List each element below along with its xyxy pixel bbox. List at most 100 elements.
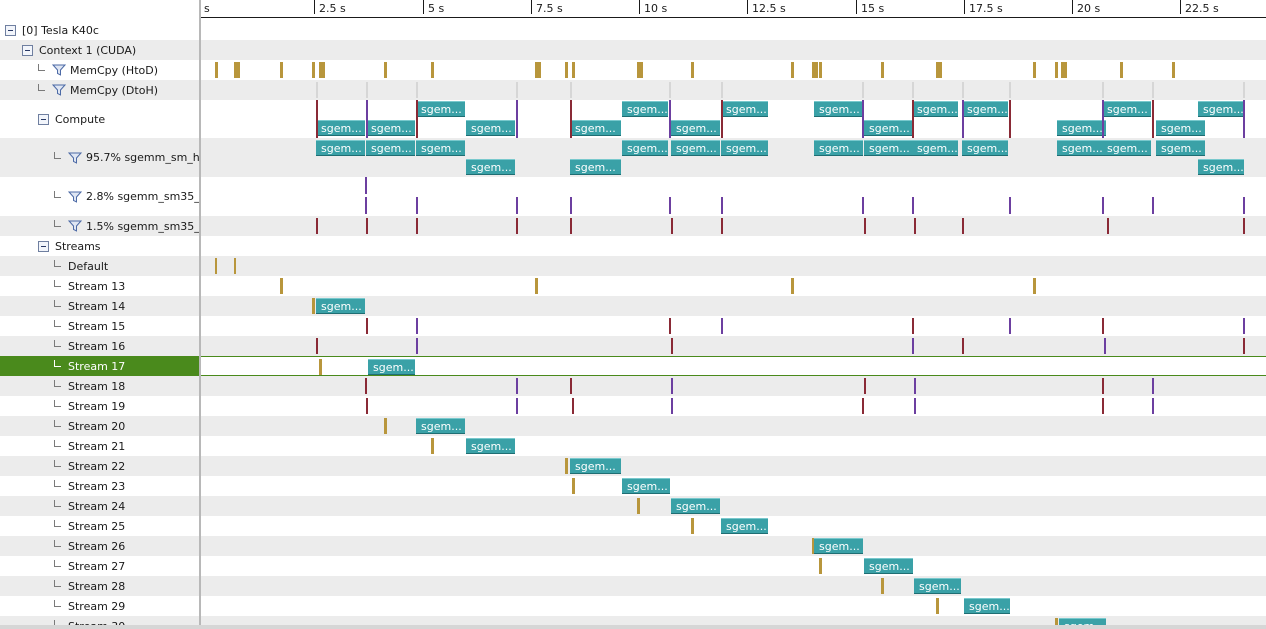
memcpy-mark[interactable] <box>691 62 694 78</box>
memcpy-mark[interactable] <box>881 578 884 594</box>
short-kernel-mark[interactable] <box>912 338 914 354</box>
short-kernel-mark[interactable] <box>671 218 673 234</box>
short-kernel-mark[interactable] <box>316 338 318 354</box>
tree-row-1-5-sgemm-sm35-l[interactable]: 1.5% sgemm_sm35_l... <box>0 216 200 236</box>
short-kernel-mark[interactable] <box>516 197 518 214</box>
memcpy-mark[interactable] <box>234 62 240 78</box>
short-kernel-mark[interactable] <box>516 218 518 234</box>
kernel-sgemm[interactable]: sgem... <box>416 101 465 117</box>
kernel-sgemm[interactable]: sgem... <box>814 140 863 156</box>
kernel-sgemm[interactable]: sgem... <box>570 120 621 136</box>
tree-row-stream-26[interactable]: Stream 26 <box>0 536 200 556</box>
short-kernel-mark[interactable] <box>416 100 418 138</box>
short-kernel-mark[interactable] <box>516 82 518 98</box>
short-kernel-mark[interactable] <box>416 218 418 234</box>
memcpy-mark[interactable] <box>280 278 283 294</box>
short-kernel-mark[interactable] <box>671 338 673 354</box>
short-kernel-mark[interactable] <box>1243 100 1245 138</box>
short-kernel-mark[interactable] <box>914 378 916 394</box>
memcpy-mark[interactable] <box>791 278 794 294</box>
kernel-sgemm[interactable]: sgem... <box>416 418 465 434</box>
short-kernel-mark[interactable] <box>912 82 914 98</box>
short-kernel-mark[interactable] <box>365 378 367 394</box>
kernel-sgemm[interactable]: sgem... <box>622 140 668 156</box>
tree-row-stream-19[interactable]: Stream 19 <box>0 396 200 416</box>
kernel-sgemm[interactable]: sgem... <box>1057 120 1106 136</box>
filter-icon[interactable] <box>68 220 82 232</box>
tree-row-stream-20[interactable]: Stream 20 <box>0 416 200 436</box>
kernel-sgemm[interactable]: sgem... <box>721 140 768 156</box>
kernel-sgemm[interactable]: sgem... <box>368 359 415 375</box>
tree-row-0-tesla-k40c[interactable]: [0] Tesla K40c <box>0 20 200 40</box>
short-kernel-mark[interactable] <box>1152 100 1154 138</box>
kernel-sgemm[interactable]: sgem... <box>914 578 961 594</box>
collapse-toggle-icon[interactable] <box>38 113 49 125</box>
short-kernel-mark[interactable] <box>669 100 671 138</box>
short-kernel-mark[interactable] <box>316 82 318 98</box>
short-kernel-mark[interactable] <box>572 398 574 414</box>
memcpy-mark[interactable] <box>791 62 794 78</box>
time-ruler[interactable]: s 2.5 s 5 s 7.5 s 10 s 12.5 s 15 s 17.5 s 20 s 22… <box>201 0 1266 18</box>
short-kernel-mark[interactable] <box>1102 197 1104 214</box>
filter-icon[interactable] <box>68 152 82 164</box>
kernel-sgemm[interactable]: sgem... <box>864 558 913 574</box>
short-kernel-mark[interactable] <box>1243 318 1245 334</box>
memcpy-mark[interactable] <box>565 62 568 78</box>
short-kernel-mark[interactable] <box>912 197 914 214</box>
short-kernel-mark[interactable] <box>416 338 418 354</box>
filter-icon[interactable] <box>52 64 66 76</box>
kernel-sgemm[interactable]: sgem... <box>912 101 958 117</box>
tree-row-stream-13[interactable]: Stream 13 <box>0 276 200 296</box>
kernel-sgemm[interactable]: sgem... <box>814 101 863 117</box>
memcpy-mark[interactable] <box>215 258 217 274</box>
short-kernel-mark[interactable] <box>366 218 368 234</box>
memcpy-mark[interactable] <box>1033 62 1036 78</box>
kernel-sgemm[interactable]: sgem... <box>1198 159 1244 175</box>
kernel-sgemm[interactable]: sgem... <box>570 159 621 175</box>
short-kernel-mark[interactable] <box>669 318 671 334</box>
short-kernel-mark[interactable] <box>669 197 671 214</box>
short-kernel-mark[interactable] <box>570 218 572 234</box>
short-kernel-mark[interactable] <box>912 318 914 334</box>
short-kernel-mark[interactable] <box>721 318 723 334</box>
kernel-sgemm[interactable]: sgem... <box>864 120 913 136</box>
short-kernel-mark[interactable] <box>1243 338 1245 354</box>
kernel-sgemm[interactable]: sgem... <box>1057 140 1106 156</box>
kernel-sgemm[interactable]: sgem... <box>912 140 958 156</box>
memcpy-mark[interactable] <box>234 258 236 274</box>
tree-row-stream-27[interactable]: Stream 27 <box>0 556 200 576</box>
short-kernel-mark[interactable] <box>1152 378 1154 394</box>
memcpy-mark[interactable] <box>936 598 939 614</box>
kernel-sgemm[interactable]: sgem... <box>671 140 720 156</box>
short-kernel-mark[interactable] <box>864 378 866 394</box>
short-kernel-mark[interactable] <box>1102 378 1104 394</box>
tree-row-stream-25[interactable]: Stream 25 <box>0 516 200 536</box>
memcpy-mark[interactable] <box>572 62 575 78</box>
short-kernel-mark[interactable] <box>912 100 914 138</box>
short-kernel-mark[interactable] <box>1009 318 1011 334</box>
kernel-sgemm[interactable]: sgem... <box>622 478 670 494</box>
short-kernel-mark[interactable] <box>1102 82 1104 98</box>
kernel-sgemm[interactable]: sgem... <box>964 598 1010 614</box>
short-kernel-mark[interactable] <box>862 197 864 214</box>
tree-row-stream-18[interactable]: Stream 18 <box>0 376 200 396</box>
collapse-toggle-icon[interactable] <box>38 240 49 252</box>
kernel-sgemm[interactable]: sgem... <box>671 120 720 136</box>
tree-row-2-8-sgemm-sm35-l[interactable]: 2.8% sgemm_sm35_l... <box>0 177 200 216</box>
kernel-sgemm[interactable]: sgem... <box>962 140 1008 156</box>
collapse-toggle-icon[interactable] <box>5 24 16 36</box>
memcpy-mark[interactable] <box>1061 62 1067 78</box>
short-kernel-mark[interactable] <box>416 197 418 214</box>
memcpy-mark[interactable] <box>280 62 283 78</box>
short-kernel-mark[interactable] <box>365 177 367 194</box>
memcpy-mark[interactable] <box>881 62 884 78</box>
horizontal-scrollbar[interactable] <box>0 625 1266 629</box>
kernel-sgemm[interactable]: sgem... <box>466 159 515 175</box>
kernel-sgemm[interactable]: sgem... <box>1156 120 1205 136</box>
kernel-sgemm[interactable]: sgem... <box>316 140 365 156</box>
memcpy-mark[interactable] <box>936 62 942 78</box>
kernel-sgemm[interactable]: sgem... <box>721 518 768 534</box>
memcpy-mark[interactable] <box>1120 62 1123 78</box>
short-kernel-mark[interactable] <box>671 398 673 414</box>
kernel-sgemm[interactable]: sgem... <box>366 120 415 136</box>
